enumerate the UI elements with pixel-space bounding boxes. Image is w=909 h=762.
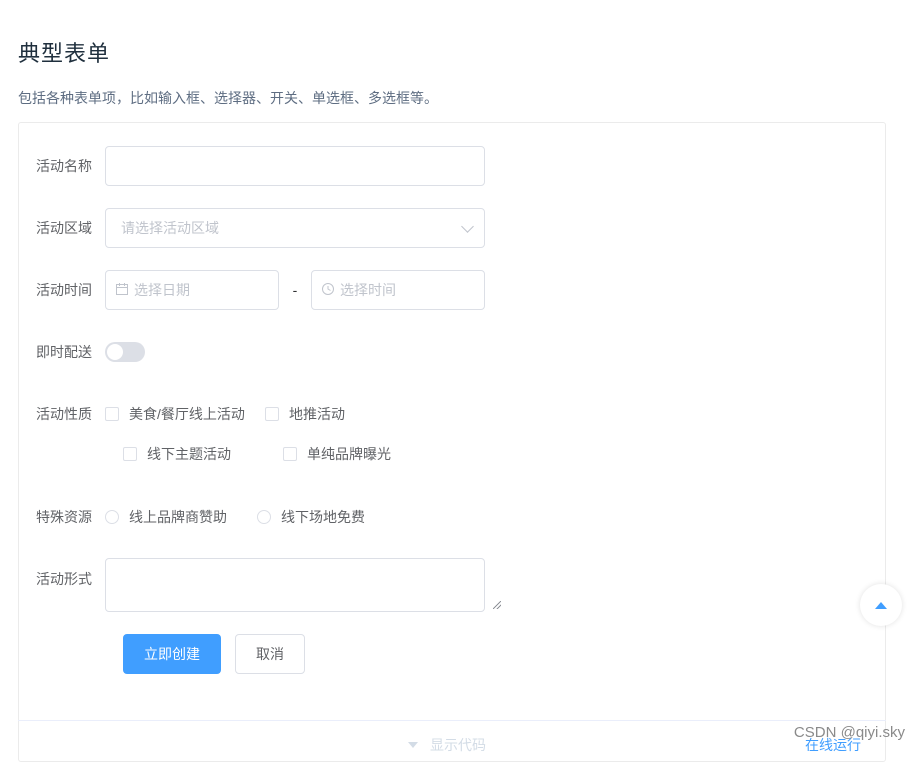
- radio-circle: [105, 510, 119, 524]
- radio-label: 线下场地免费: [281, 509, 365, 525]
- checkbox-label: 地推活动: [289, 406, 345, 422]
- page-title: 典型表单: [18, 41, 111, 66]
- form-item-region: 活动区域 请选择活动区域: [36, 208, 485, 248]
- caret-up-icon: [875, 601, 887, 609]
- name-input[interactable]: [105, 146, 485, 186]
- checkbox-box: [123, 447, 137, 461]
- radio-free-venue[interactable]: 线下场地免费: [257, 507, 365, 527]
- checkbox-label: 美食/餐厅线上活动: [129, 406, 245, 422]
- name-label: 活动名称: [36, 158, 92, 174]
- page-description: 包括各种表单项，比如输入框、选择器、开关、单选框、多选框等。: [18, 90, 438, 106]
- checkbox-label: 单纯品牌曝光: [307, 446, 391, 462]
- form-item-type: 活动性质 美食/餐厅线上活动 地推活动: [36, 404, 345, 424]
- checkbox-offline-theme[interactable]: 线下主题活动: [123, 444, 283, 464]
- delivery-switch[interactable]: [105, 342, 145, 362]
- radio-label: 线上品牌商赞助: [129, 509, 227, 525]
- time-separator: -: [292, 282, 298, 298]
- radio-brand-sponsor[interactable]: 线上品牌商赞助: [105, 507, 257, 527]
- time-picker[interactable]: 选择时间: [311, 270, 485, 310]
- show-code-label: 显示代码: [430, 737, 486, 753]
- cancel-button[interactable]: 取消: [235, 634, 305, 674]
- caret-down-icon: [408, 742, 418, 748]
- desc-textarea[interactable]: [105, 558, 485, 612]
- delivery-label: 即时配送: [36, 344, 92, 360]
- type-label: 活动性质: [36, 406, 92, 422]
- checkbox-box: [265, 407, 279, 421]
- chevron-down-icon: [461, 220, 474, 233]
- clock-icon: [322, 283, 334, 297]
- form-item-time: 活动时间 选择日期 - 选择时间: [36, 270, 485, 310]
- checkbox-box: [283, 447, 297, 461]
- form-item-resource: 特殊资源 线上品牌商赞助 线下场地免费: [36, 507, 365, 527]
- checkbox-box: [105, 407, 119, 421]
- time-label: 活动时间: [36, 282, 92, 298]
- back-to-top-button[interactable]: [860, 584, 902, 626]
- checkbox-label: 线下主题活动: [147, 446, 231, 462]
- region-select[interactable]: 请选择活动区域: [105, 208, 485, 248]
- form-item-delivery: 即时配送: [36, 342, 145, 362]
- desc-label: 活动形式: [36, 571, 92, 587]
- checkbox-food-online[interactable]: 美食/餐厅线上活动: [105, 404, 265, 424]
- date-placeholder: 选择日期: [134, 282, 190, 298]
- region-label: 活动区域: [36, 220, 92, 236]
- calendar-icon: [116, 283, 128, 297]
- region-placeholder: 请选择活动区域: [121, 220, 219, 236]
- demo-footer: 显示代码 在线运行: [18, 720, 886, 753]
- create-button[interactable]: 立即创建: [123, 634, 221, 674]
- form-item-desc: 活动形式: [36, 558, 485, 612]
- resize-handle-icon[interactable]: [493, 601, 501, 609]
- watermark: CSDN @qiyi.sky: [793, 724, 905, 741]
- time-placeholder: 选择时间: [340, 282, 396, 298]
- form-item-type-row2: 线下主题活动 单纯品牌曝光: [123, 444, 391, 464]
- date-picker[interactable]: 选择日期: [105, 270, 279, 310]
- show-code-toggle[interactable]: 显示代码: [408, 735, 486, 755]
- checkbox-ground-push[interactable]: 地推活动: [265, 404, 345, 424]
- resource-label: 特殊资源: [36, 509, 92, 525]
- checkbox-brand-exposure[interactable]: 单纯品牌曝光: [283, 444, 391, 464]
- radio-circle: [257, 510, 271, 524]
- form-item-name: 活动名称: [36, 146, 485, 186]
- switch-knob: [107, 344, 123, 360]
